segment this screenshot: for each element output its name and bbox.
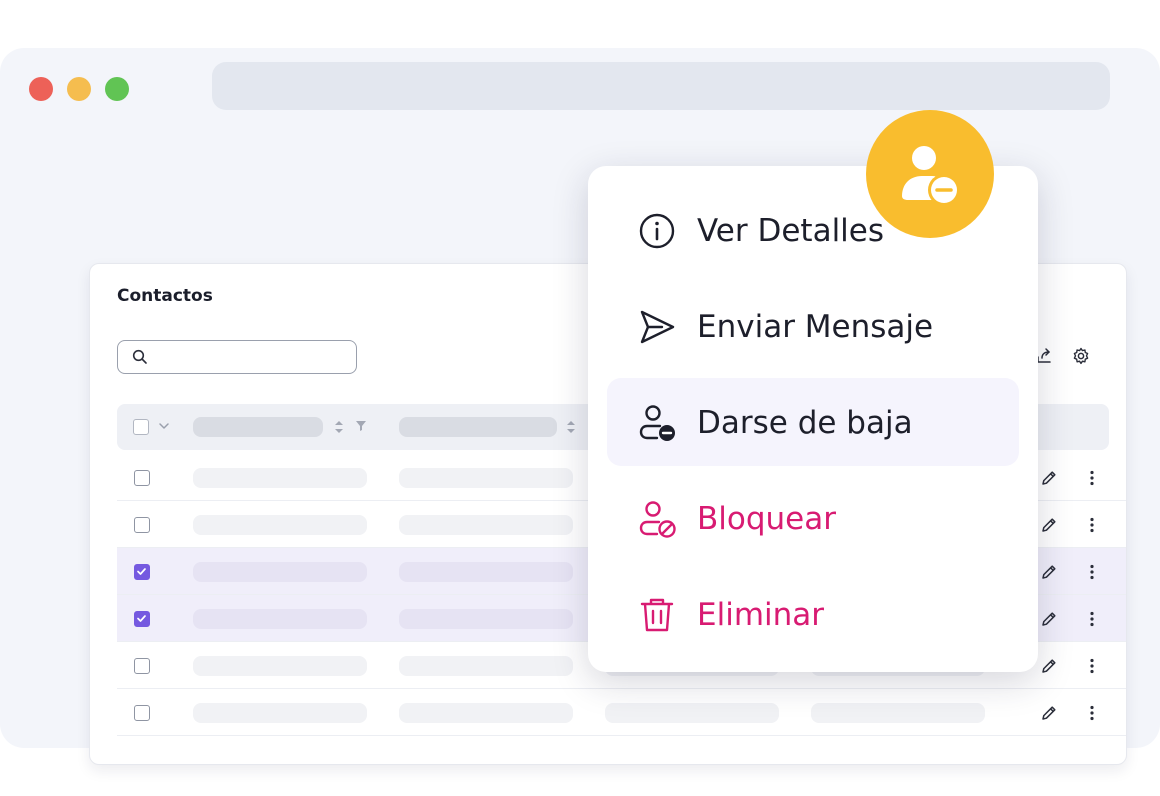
table-row[interactable] xyxy=(117,689,1126,736)
send-icon xyxy=(640,310,675,344)
row-checkbox[interactable] xyxy=(134,611,150,627)
row-cell-placeholder xyxy=(399,656,573,676)
row-cell-placeholder xyxy=(605,703,779,723)
sort-icon[interactable] xyxy=(565,419,577,435)
column-header-1[interactable] xyxy=(193,417,323,437)
row-cell-placeholder xyxy=(193,703,367,723)
context-menu: Ver Detalles Enviar Mensaje Darse de baj… xyxy=(588,166,1038,672)
user-minus-icon xyxy=(639,405,675,441)
chevron-down-icon[interactable] xyxy=(157,419,171,433)
window-close-button[interactable] xyxy=(29,77,53,101)
address-bar[interactable] xyxy=(212,62,1110,110)
menu-item-eliminar[interactable]: Eliminar xyxy=(607,570,1019,658)
user-minus-icon xyxy=(902,146,960,206)
row-cell-placeholder xyxy=(399,609,573,629)
user-block-icon xyxy=(639,501,676,538)
pencil-icon[interactable] xyxy=(1039,656,1059,676)
row-checkbox[interactable] xyxy=(134,658,150,674)
search-input[interactable] xyxy=(117,340,357,374)
row-cell-placeholder xyxy=(399,468,573,488)
pencil-icon[interactable] xyxy=(1039,562,1059,582)
row-checkbox[interactable] xyxy=(134,705,150,721)
more-vertical-icon[interactable] xyxy=(1082,562,1102,582)
row-checkbox[interactable] xyxy=(134,470,150,486)
trash-icon xyxy=(640,598,674,632)
pencil-icon[interactable] xyxy=(1039,703,1059,723)
more-vertical-icon[interactable] xyxy=(1082,468,1102,488)
menu-item-label: Enviar Mensaje xyxy=(697,309,934,345)
window-minimize-button[interactable] xyxy=(67,77,91,101)
menu-item-darse-de-baja[interactable]: Darse de baja xyxy=(607,378,1019,466)
column-header-2[interactable] xyxy=(399,417,557,437)
menu-item-enviar-mensaje[interactable]: Enviar Mensaje xyxy=(607,282,1019,370)
row-cell-placeholder xyxy=(193,609,367,629)
row-cell-placeholder xyxy=(399,515,573,535)
row-cell-placeholder xyxy=(399,703,573,723)
row-cell-placeholder xyxy=(193,468,367,488)
menu-item-label: Darse de baja xyxy=(697,405,913,441)
pencil-icon[interactable] xyxy=(1039,609,1059,629)
more-vertical-icon[interactable] xyxy=(1082,703,1102,723)
more-vertical-icon[interactable] xyxy=(1082,515,1102,535)
menu-item-label: Bloquear xyxy=(697,501,836,537)
row-checkbox[interactable] xyxy=(134,517,150,533)
more-vertical-icon[interactable] xyxy=(1082,609,1102,629)
more-vertical-icon[interactable] xyxy=(1082,656,1102,676)
row-cell-placeholder xyxy=(811,703,985,723)
window-maximize-button[interactable] xyxy=(105,77,129,101)
row-cell-placeholder xyxy=(193,515,367,535)
menu-item-bloquear[interactable]: Bloquear xyxy=(607,474,1019,562)
unsubscribe-badge xyxy=(866,110,994,238)
search-icon xyxy=(132,349,147,364)
pencil-icon[interactable] xyxy=(1039,468,1059,488)
menu-item-label: Eliminar xyxy=(697,597,825,633)
pencil-icon[interactable] xyxy=(1039,515,1059,535)
page-title: Contactos xyxy=(117,286,213,306)
row-checkbox[interactable] xyxy=(134,564,150,580)
row-cell-placeholder xyxy=(193,656,367,676)
menu-item-label: Ver Detalles xyxy=(697,213,885,249)
gear-icon[interactable] xyxy=(1071,346,1091,366)
sort-icon[interactable] xyxy=(333,419,345,435)
row-cell-placeholder xyxy=(399,562,573,582)
select-all-checkbox[interactable] xyxy=(133,419,149,435)
info-icon xyxy=(639,213,675,249)
filter-icon[interactable] xyxy=(355,419,367,433)
row-cell-placeholder xyxy=(193,562,367,582)
